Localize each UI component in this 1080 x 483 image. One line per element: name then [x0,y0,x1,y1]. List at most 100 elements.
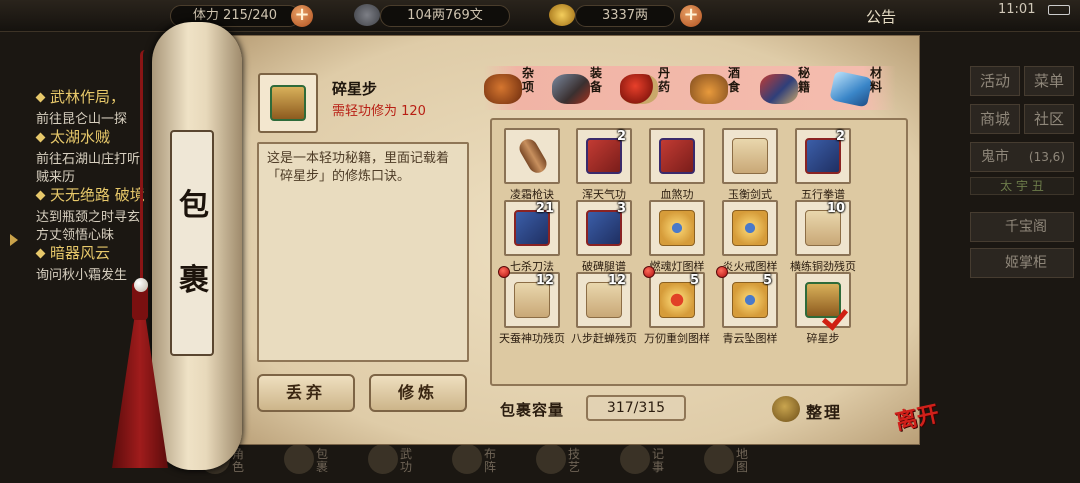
scroll-title-plate [170,130,214,356]
qianbaoge-button[interactable]: 千宝阁 [970,212,1074,242]
tab-pills[interactable]: 丹药 [620,66,686,110]
nav-label: 武功 [400,447,413,474]
item-slot[interactable]: 2 [576,128,632,184]
quest-desc: 方丈领悟心昧 [36,228,115,243]
capacity-value: 317/315 [586,395,686,421]
quest-diamond-icon [35,132,46,143]
item-slot[interactable]: 5 [722,272,778,328]
item-slot[interactable]: 10 [795,200,851,256]
item-count: 2 [616,129,626,144]
expand-arrow-icon[interactable] [10,234,18,246]
tab-label: 材料 [870,66,883,94]
quest-title[interactable]: 太湖水贼 [50,126,110,147]
add-stamina-button[interactable]: + [291,5,313,27]
day-period-bar: 太 宇 丑 [970,177,1074,195]
item-slot[interactable]: 3 [576,200,632,256]
sort-bag-icon[interactable] [772,396,800,422]
nav-bag-icon[interactable] [284,444,314,474]
top-status-bar: 体力 215/240 + 104两769文 3337两 + 公告 11:01 [0,0,1080,32]
quest-diamond-icon [35,248,46,259]
nav-label: 地图 [736,447,749,474]
jizhanggui-button[interactable]: 姬掌柜 [970,248,1074,278]
shop-button[interactable]: 商城 [970,104,1020,134]
selected-item-requirement: 需轻功修为 120 [332,104,426,119]
tab-wine-food[interactable]: 酒食 [690,66,756,110]
activity-button[interactable]: 活动 [970,66,1020,96]
item-slot[interactable] [504,128,560,184]
ghost-market-time: (13,6) [1028,150,1065,164]
ghost-market-label: 鬼市 [981,149,1009,165]
scroll-title-char-bottom: 裹 [179,263,209,298]
train-button[interactable]: 修炼 [369,374,467,412]
wine-food-icon [690,74,728,104]
item-count: 5 [762,273,772,288]
quest-desc: 询问秋小霜发生 [36,268,128,283]
tab-equipment[interactable]: 装备 [552,66,618,110]
scroll-title-char-top: 包 [179,188,209,223]
nav-label: 记事 [652,447,665,474]
drop-button[interactable]: 丢弃 [257,374,355,412]
new-item-dot-icon [716,266,728,278]
scroll-roll-icon [516,135,550,177]
misc-pot-icon [484,74,522,104]
quest-title[interactable]: 武林作局， [50,86,125,107]
nav-map-icon[interactable] [704,444,734,474]
nav-label: 包裹 [316,447,329,474]
nav-journal-icon[interactable] [620,444,650,474]
ghost-market-button[interactable]: 鬼市 (13,6) [970,142,1074,172]
nav-formation-icon[interactable] [452,444,482,474]
material-crystal-icon [829,70,873,108]
item-count: 21 [535,201,554,216]
tab-label: 装备 [590,66,603,94]
tab-manuals[interactable]: 秘籍 [760,66,826,110]
quest-diamond-icon [35,92,46,103]
item-slot[interactable] [649,200,705,256]
item-name: 青云坠图样 [722,332,778,345]
scroll-gold-icon [732,210,768,246]
nav-skill-icon[interactable] [536,444,566,474]
nav-label: 技艺 [568,447,581,474]
tab-label: 酒食 [728,66,741,94]
item-slot[interactable]: 5 [649,272,705,328]
pearl-bead-icon [134,278,148,292]
tab-materials[interactable]: 材料 [829,66,898,110]
menu-button[interactable]: 菜单 [1024,66,1074,96]
item-name: 碎星步 [806,332,840,345]
item-count: 3 [616,201,626,216]
item-slot[interactable] [649,128,705,184]
item-slot[interactable] [722,128,778,184]
sort-button[interactable]: 整理 [806,399,842,423]
tab-misc[interactable]: 杂项 [484,66,550,110]
clock: 11:01 [998,2,1036,17]
item-slot[interactable]: 12 [576,272,632,328]
add-silver-button[interactable]: + [680,5,702,27]
leave-button[interactable]: 离开 [892,396,944,448]
silver-text: 3337两 [601,8,649,23]
item-slot[interactable] [722,200,778,256]
capacity-label: 包裹容量 [500,401,565,419]
silver-ingot-icon [549,4,575,26]
quest-title[interactable]: 暗器风云 [50,242,110,263]
new-item-dot-icon [498,266,510,278]
item-name: 万仞重剑图样 [644,332,710,345]
item-slot[interactable]: 21 [504,200,560,256]
tab-label: 杂项 [522,66,535,94]
battery-icon [1048,5,1070,15]
item-slot[interactable]: 2 [795,128,851,184]
community-button[interactable]: 社区 [1024,104,1074,134]
quest-diamond-icon [35,190,46,201]
new-item-dot-icon [643,266,655,278]
item-count: 12 [607,273,626,288]
quest-title[interactable]: 天无绝路 破境 [50,184,145,205]
equipment-icon [552,74,590,104]
sutra-manual-icon [270,85,306,121]
notice-button[interactable]: 公告 [866,6,896,27]
nav-martial-icon[interactable] [368,444,398,474]
scroll-gold-icon [659,210,695,246]
tab-label: 丹药 [658,66,671,94]
item-description: 这是一本轻功秘籍，里面记载着「碎星步」的修炼口诀。 [267,151,450,184]
tassel-cord [140,50,150,290]
jizhanggui-label: 姬掌柜 [1005,255,1047,271]
right-side-menu: 活动 菜单 商城 社区 鬼市 (13,6) 太 宇 丑 千宝阁 姬掌柜 [962,62,1080,483]
item-slot[interactable]: 12 [504,272,560,328]
